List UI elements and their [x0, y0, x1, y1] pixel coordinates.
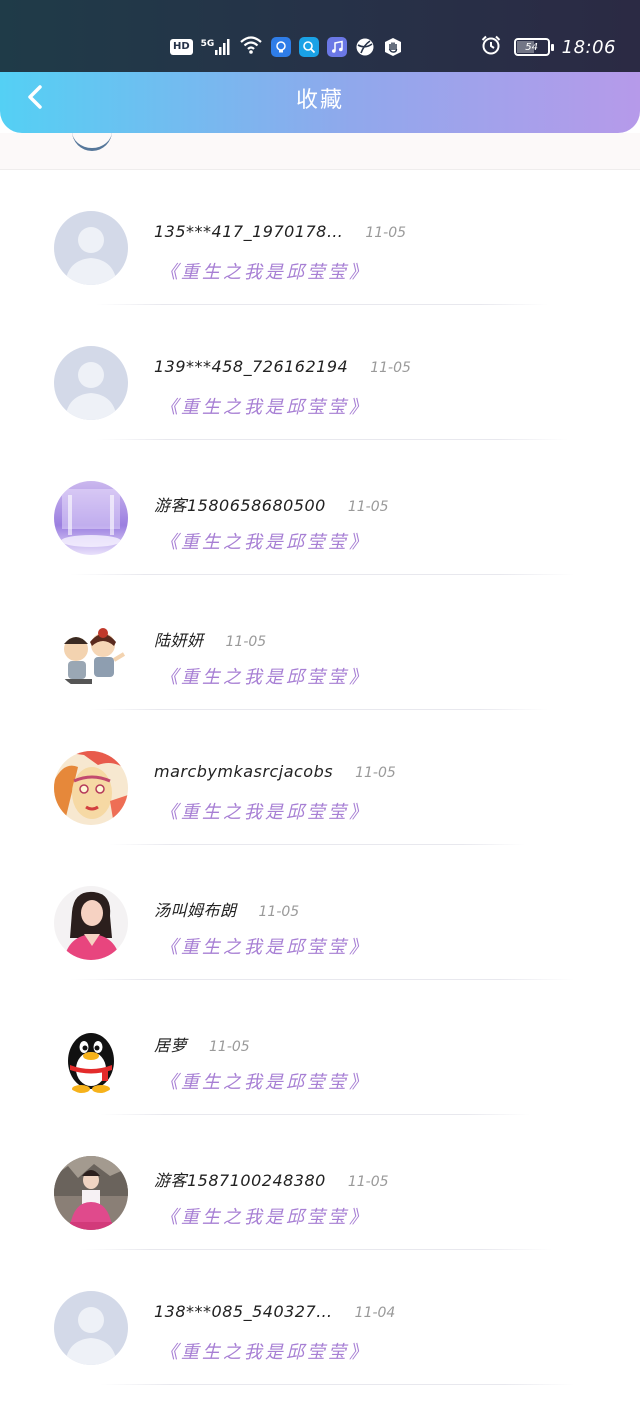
book-title[interactable]: 《重生之我是邱莹莹》 — [160, 798, 370, 824]
default-avatar[interactable] — [54, 1291, 128, 1365]
avatar — [72, 133, 112, 151]
favorite-date: 11-05 — [355, 765, 396, 781]
username[interactable]: 游客1587100248380 — [154, 1167, 326, 1191]
favorite-date: 11-05 — [225, 634, 267, 650]
battery-icon: 54 — [513, 38, 554, 56]
title-bar: 收藏 — [0, 72, 640, 133]
app-globe-icon — [355, 37, 375, 57]
book-title[interactable]: 《重生之我是邱莹莹》 — [160, 1338, 370, 1364]
list-item-partial — [0, 133, 640, 170]
list-item[interactable]: marcbymkasrcjacobs 11-05 《重生之我是邱莹莹》 — [0, 710, 640, 845]
favorite-date: 11-05 — [258, 904, 300, 920]
username[interactable]: 汤叫姆布朗 — [154, 897, 237, 921]
list-item[interactable]: 游客1580658680500 11-05 《重生之我是邱莹莹》 — [0, 440, 640, 575]
favorites-list[interactable]: 135***417_1970178… 11-05 《重生之我是邱莹莹》 139*… — [0, 133, 640, 1422]
list-item[interactable]: 居萝 11-05 《重生之我是邱莹莹》 — [0, 980, 640, 1115]
status-right: 54 18:06 — [480, 34, 616, 60]
list-item[interactable]: 138***085_540327… 11-04 《重生之我是邱莹莹》 — [0, 1250, 640, 1385]
app-search-icon — [299, 37, 320, 57]
book-title[interactable]: 《重生之我是邱莹莹》 — [160, 663, 370, 689]
signal-icon: 5G — [201, 39, 232, 55]
list-item[interactable]: 135***417_1970178… 11-05 《重生之我是邱莹莹》 — [0, 170, 640, 305]
favorite-date: 11-04 — [354, 1305, 396, 1321]
default-avatar[interactable] — [54, 346, 128, 420]
app-hand-icon — [383, 37, 403, 57]
book-title[interactable]: 《重生之我是邱莹莹》 — [160, 933, 370, 959]
divider — [100, 1384, 575, 1385]
favorite-date: 11-05 — [347, 499, 389, 515]
app-bulb-icon — [271, 37, 292, 57]
book-title[interactable]: 《重生之我是邱莹莹》 — [160, 258, 370, 284]
username[interactable]: 138***085_540327… — [154, 1302, 333, 1321]
page-title: 收藏 — [295, 88, 344, 113]
battery-level: 54 — [525, 41, 538, 53]
qq-penguin-avatar[interactable] — [54, 1021, 128, 1095]
network-type-label: 5G — [200, 39, 215, 49]
list-item[interactable]: 陆妍妍 11-05 《重生之我是邱莹莹》 — [0, 575, 640, 710]
favorite-date: 11-05 — [209, 1039, 250, 1055]
wifi-icon — [239, 35, 263, 59]
username[interactable]: 游客1580658680500 — [154, 492, 326, 516]
cartoon-couple-avatar[interactable] — [54, 616, 128, 690]
list-item[interactable]: 139***458_726162194 11-05 《重生之我是邱莹莹》 — [0, 305, 640, 440]
favorite-date: 11-05 — [370, 360, 411, 376]
book-title[interactable]: 《重生之我是邱莹莹》 — [160, 393, 370, 419]
username[interactable]: 居萝 — [154, 1032, 187, 1056]
hd-badge-icon: HD — [170, 39, 193, 55]
default-avatar[interactable] — [54, 211, 128, 285]
favorite-date: 11-05 — [365, 225, 407, 241]
purple-light-avatar[interactable] — [54, 481, 128, 555]
painted-face-avatar[interactable] — [54, 751, 128, 825]
username[interactable]: 陆妍妍 — [154, 627, 204, 651]
book-title[interactable]: 《重生之我是邱莹莹》 — [160, 528, 370, 554]
username[interactable]: 135***417_1970178… — [154, 222, 343, 241]
alarm-icon — [480, 34, 502, 60]
list-item[interactable]: 汤叫姆布朗 11-05 《重生之我是邱莹莹》 — [0, 845, 640, 980]
username[interactable]: marcbymkasrcjacobs — [154, 762, 333, 781]
list-item[interactable]: 游客1587100248380 11-05 《重生之我是邱莹莹》 — [0, 1115, 640, 1250]
status-bar: HD 5G 54 18:06 — [0, 0, 640, 80]
book-title[interactable]: 《重生之我是邱莹莹》 — [160, 1068, 370, 1094]
favorite-date: 11-05 — [347, 1174, 389, 1190]
status-icons: HD 5G — [170, 36, 403, 58]
username[interactable]: 139***458_726162194 — [154, 357, 348, 376]
book-title[interactable]: 《重生之我是邱莹莹》 — [160, 1203, 370, 1229]
clock: 18:06 — [561, 36, 616, 58]
woman-photo-avatar[interactable] — [54, 886, 128, 960]
girl-photo-avatar[interactable] — [54, 1156, 128, 1230]
app-music-icon — [327, 37, 348, 57]
